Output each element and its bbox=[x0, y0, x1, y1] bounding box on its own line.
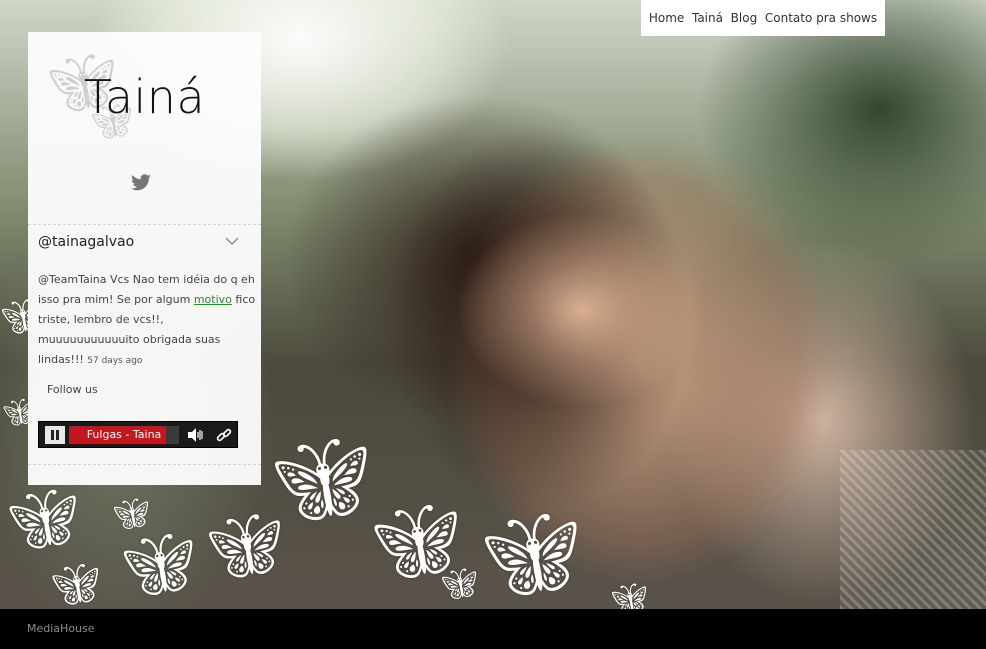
nav-item-contact[interactable]: Contato pra shows bbox=[765, 11, 877, 25]
nav-item-home[interactable]: Home bbox=[649, 11, 684, 25]
tweet-link[interactable]: motivo bbox=[194, 293, 232, 306]
link-icon[interactable] bbox=[216, 427, 232, 443]
butterfly-icon: 🦋︎ bbox=[480, 508, 582, 601]
music-player: Fulgas - Taina bbox=[38, 421, 238, 448]
top-nav: Home Tainá Blog Contato pra shows bbox=[641, 0, 885, 36]
tweet-text: @TeamTaina Vcs Nao tem idéia do q eh iss… bbox=[38, 270, 256, 371]
nav-item-taina[interactable]: Tainá bbox=[692, 11, 723, 25]
butterfly-icon: 🦋︎ bbox=[440, 567, 479, 602]
tweet-timestamp[interactable]: 57 days ago bbox=[87, 356, 142, 366]
sidebar-panel: 🦋︎ 🦋︎ Tainá @tainagalvao @TeamTaina Vcs … bbox=[28, 32, 261, 485]
divider bbox=[28, 224, 261, 225]
site-title[interactable]: Tainá bbox=[28, 70, 261, 124]
twitter-bird-icon[interactable] bbox=[130, 174, 152, 192]
photo-face bbox=[400, 180, 730, 440]
butterfly-icon: 🦋︎ bbox=[120, 530, 197, 600]
photo-lace bbox=[840, 450, 986, 609]
butterfly-icon: 🦋︎ bbox=[270, 433, 372, 526]
volume-icon[interactable] bbox=[187, 427, 203, 443]
pause-icon[interactable] bbox=[45, 426, 65, 444]
chevron-down-icon[interactable] bbox=[225, 236, 239, 246]
follow-link[interactable]: Follow us bbox=[47, 383, 98, 396]
track-progress[interactable]: Fulgas - Taina bbox=[69, 426, 179, 444]
nav-item-blog[interactable]: Blog bbox=[731, 11, 758, 25]
butterfly-icon: 🦋︎ bbox=[50, 562, 101, 608]
butterfly-icon: 🦋︎ bbox=[112, 497, 151, 532]
track-title: Fulgas - Taina bbox=[86, 428, 162, 441]
butterfly-icon: 🦋︎ bbox=[610, 582, 649, 610]
footer: MediaHouse bbox=[0, 609, 986, 649]
divider bbox=[28, 464, 261, 465]
footer-brand[interactable]: MediaHouse bbox=[27, 622, 95, 635]
twitter-handle[interactable]: @tainagalvao bbox=[38, 234, 134, 250]
butterfly-icon: 🦋︎ bbox=[6, 485, 80, 553]
